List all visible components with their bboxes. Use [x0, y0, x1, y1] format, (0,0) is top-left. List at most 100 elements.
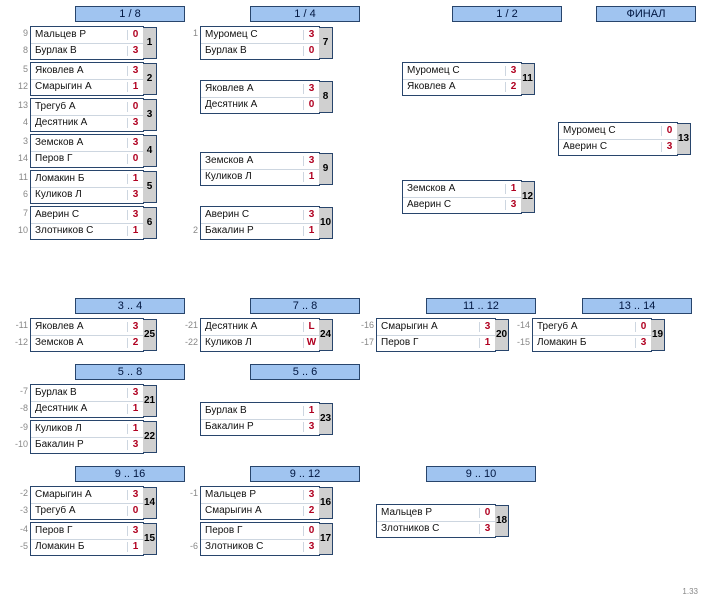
match-25[interactable]: Яковлев А3Земсков А225	[30, 318, 144, 352]
match-17[interactable]: Перов Г0Злотников С317	[200, 522, 320, 556]
player-score: 3	[127, 526, 143, 536]
player-name: Злотников С	[377, 524, 479, 534]
match-row: Земсков А2	[31, 335, 143, 352]
round-header: 1 / 2	[452, 6, 562, 22]
match-row: Земсков А3	[31, 135, 143, 151]
match-7[interactable]: Муромец С3Бурлак В07	[200, 26, 320, 60]
match-number: 22	[143, 421, 157, 453]
match-row: Яковлев А3	[31, 63, 143, 79]
match-row: Куликов Л1	[31, 421, 143, 437]
player-score: 1	[303, 226, 319, 236]
player-name: Земсков А	[201, 156, 303, 166]
player-name: Трегуб А	[31, 506, 127, 516]
player-score: 1	[127, 226, 143, 236]
match-21[interactable]: Бурлак В3Десятник А121	[30, 384, 144, 418]
match-row: Муромец С3	[403, 63, 521, 79]
match-row: Яковлев А2	[403, 79, 521, 96]
match-row: Злотников С3	[377, 521, 495, 538]
round-header: 3 .. 4	[75, 298, 185, 314]
match-1[interactable]: Мальцев Р0Бурлак В31	[30, 26, 144, 60]
match-9[interactable]: Земсков А3Куликов Л19	[200, 152, 320, 186]
round-header: 9 .. 10	[426, 466, 536, 482]
player-score: 1	[127, 174, 143, 184]
match-19[interactable]: Трегуб А0Ломакин Б319	[532, 318, 652, 352]
player-name: Бакалин Р	[31, 440, 127, 450]
match-row: Мальцев Р3	[201, 487, 319, 503]
match-20[interactable]: Смарыгин А3Перов Г120	[376, 318, 496, 352]
match-18[interactable]: Мальцев Р0Злотников С318	[376, 504, 496, 538]
match-2[interactable]: Яковлев А3Смарыгин А12	[30, 62, 144, 96]
player-score: 3	[127, 322, 143, 332]
player-name: Куликов Л	[31, 424, 127, 434]
seed-label: -16	[356, 321, 374, 330]
match-row: Муромец С0	[559, 123, 677, 139]
match-row: Десятник А1	[31, 401, 143, 418]
match-row: Куликов Л1	[201, 169, 319, 186]
player-name: Десятник А	[31, 404, 127, 414]
player-score: W	[303, 338, 319, 348]
player-score: 3	[635, 338, 651, 348]
player-score: 3	[303, 490, 319, 500]
match-number: 11	[521, 63, 535, 95]
player-name: Бурлак В	[31, 46, 127, 56]
player-score: 0	[303, 100, 319, 110]
seed-label: -2	[10, 489, 28, 498]
player-name: Муромец С	[559, 126, 661, 136]
match-22[interactable]: Куликов Л1Бакалин Р322	[30, 420, 144, 454]
match-24[interactable]: Десятник АLКуликов ЛW24	[200, 318, 320, 352]
player-name: Яковлев А	[31, 66, 127, 76]
match-11[interactable]: Муромец С3Яковлев А211	[402, 62, 522, 96]
match-number: 5	[143, 171, 157, 203]
match-row: Ломакин Б1	[31, 171, 143, 187]
match-16[interactable]: Мальцев Р3Смарыгин А216	[200, 486, 320, 520]
round-header: 7 .. 8	[250, 298, 360, 314]
seed-label: -3	[10, 506, 28, 515]
seed-label: -9	[10, 423, 28, 432]
match-14[interactable]: Смарыгин А3Трегуб А014	[30, 486, 144, 520]
player-score: 1	[303, 172, 319, 182]
player-score: 1	[127, 82, 143, 92]
player-name: Муромец С	[403, 66, 505, 76]
match-number: 25	[143, 319, 157, 351]
player-score: 0	[127, 506, 143, 516]
match-number: 9	[319, 153, 333, 185]
player-name: Трегуб А	[31, 102, 127, 112]
match-row: Мальцев Р0	[377, 505, 495, 521]
player-name: Куликов Л	[201, 172, 303, 182]
match-4[interactable]: Земсков А3Перов Г04	[30, 134, 144, 168]
match-number: 24	[319, 319, 333, 351]
seed-label: -22	[180, 338, 198, 347]
player-name: Бурлак В	[201, 406, 303, 416]
match-6[interactable]: Аверин С3Злотников С16	[30, 206, 144, 240]
player-score: 1	[303, 406, 319, 416]
match-row: Ломакин Б3	[533, 335, 651, 352]
seed-label: -14	[512, 321, 530, 330]
match-3[interactable]: Трегуб А0Десятник А33	[30, 98, 144, 132]
player-name: Десятник А	[201, 100, 303, 110]
match-number: 15	[143, 523, 157, 555]
round-header: 5 .. 8	[75, 364, 185, 380]
player-name: Бакалин Р	[201, 422, 303, 432]
match-number: 3	[143, 99, 157, 131]
round-header: 9 .. 12	[250, 466, 360, 482]
player-score: 0	[303, 46, 319, 56]
match-23[interactable]: Бурлак В1Бакалин Р323	[200, 402, 320, 436]
match-5[interactable]: Ломакин Б1Куликов Л35	[30, 170, 144, 204]
match-13[interactable]: Муромец С0Аверин С313	[558, 122, 678, 156]
player-score: 3	[303, 156, 319, 166]
match-12[interactable]: Земсков А1Аверин С312	[402, 180, 522, 214]
match-10[interactable]: Аверин С3Бакалин Р110	[200, 206, 320, 240]
seed-label: -6	[180, 542, 198, 551]
player-score: 3	[127, 138, 143, 148]
match-15[interactable]: Перов Г3Ломакин Б115	[30, 522, 144, 556]
match-8[interactable]: Яковлев А3Десятник А08	[200, 80, 320, 114]
match-row: Аверин С3	[201, 207, 319, 223]
player-name: Аверин С	[403, 200, 505, 210]
player-score: L	[303, 322, 319, 332]
match-row: Перов Г1	[377, 335, 495, 352]
player-score: 2	[303, 506, 319, 516]
match-row: Злотников С1	[31, 223, 143, 240]
player-name: Муромец С	[201, 30, 303, 40]
round-header: 1 / 8	[75, 6, 185, 22]
player-name: Десятник А	[31, 118, 127, 128]
